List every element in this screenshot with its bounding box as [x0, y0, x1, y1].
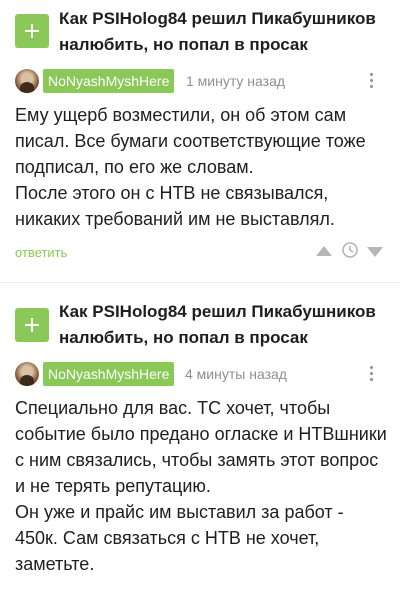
comment-body: Специально для вас. ТС хочет, чтобы собы…	[15, 395, 390, 577]
post-title[interactable]: Как PSIHolog84 решил Пикабушников налюби…	[59, 299, 389, 351]
clock-icon[interactable]	[341, 241, 359, 259]
username-badge[interactable]: NoNyashMyshHere	[43, 362, 175, 386]
username-badge[interactable]: NoNyashMyshHere	[43, 69, 175, 93]
comment-paragraph: Специально для вас. ТС хочет, чтобы собы…	[15, 398, 387, 496]
more-vertical-icon[interactable]	[367, 364, 377, 384]
arrow-down-icon[interactable]	[365, 245, 385, 259]
divider	[0, 282, 400, 283]
comment-paragraph: После этого он с НТВ не связывался, ника…	[15, 183, 335, 229]
comment-body: Ему ущерб возместили, он об этом сам пис…	[15, 102, 390, 232]
arrow-up-icon[interactable]	[314, 244, 334, 258]
save-post-button[interactable]	[15, 308, 49, 342]
post-title[interactable]: Как PSIHolog84 решил Пикабушников налюби…	[59, 6, 389, 58]
comment-time: 1 минуту назад	[186, 73, 286, 89]
more-vertical-icon[interactable]	[367, 71, 377, 91]
reply-link[interactable]: ответить	[15, 245, 67, 261]
avatar[interactable]	[15, 69, 39, 93]
avatar[interactable]	[15, 362, 39, 386]
comment-time: 4 минуты назад	[185, 366, 287, 382]
comment-meta: NoNyashMyshHere 4 минуты назад	[0, 362, 400, 388]
plus-icon	[25, 318, 39, 332]
comment-paragraph: Он уже и прайс им выставил за работ - 45…	[15, 502, 344, 574]
plus-icon	[25, 24, 39, 38]
comment-meta: NoNyashMyshHere 1 минуту назад	[0, 69, 400, 95]
comment-paragraph: Ему ущерб возместили, он об этом сам пис…	[15, 105, 366, 177]
save-post-button[interactable]	[15, 14, 49, 48]
